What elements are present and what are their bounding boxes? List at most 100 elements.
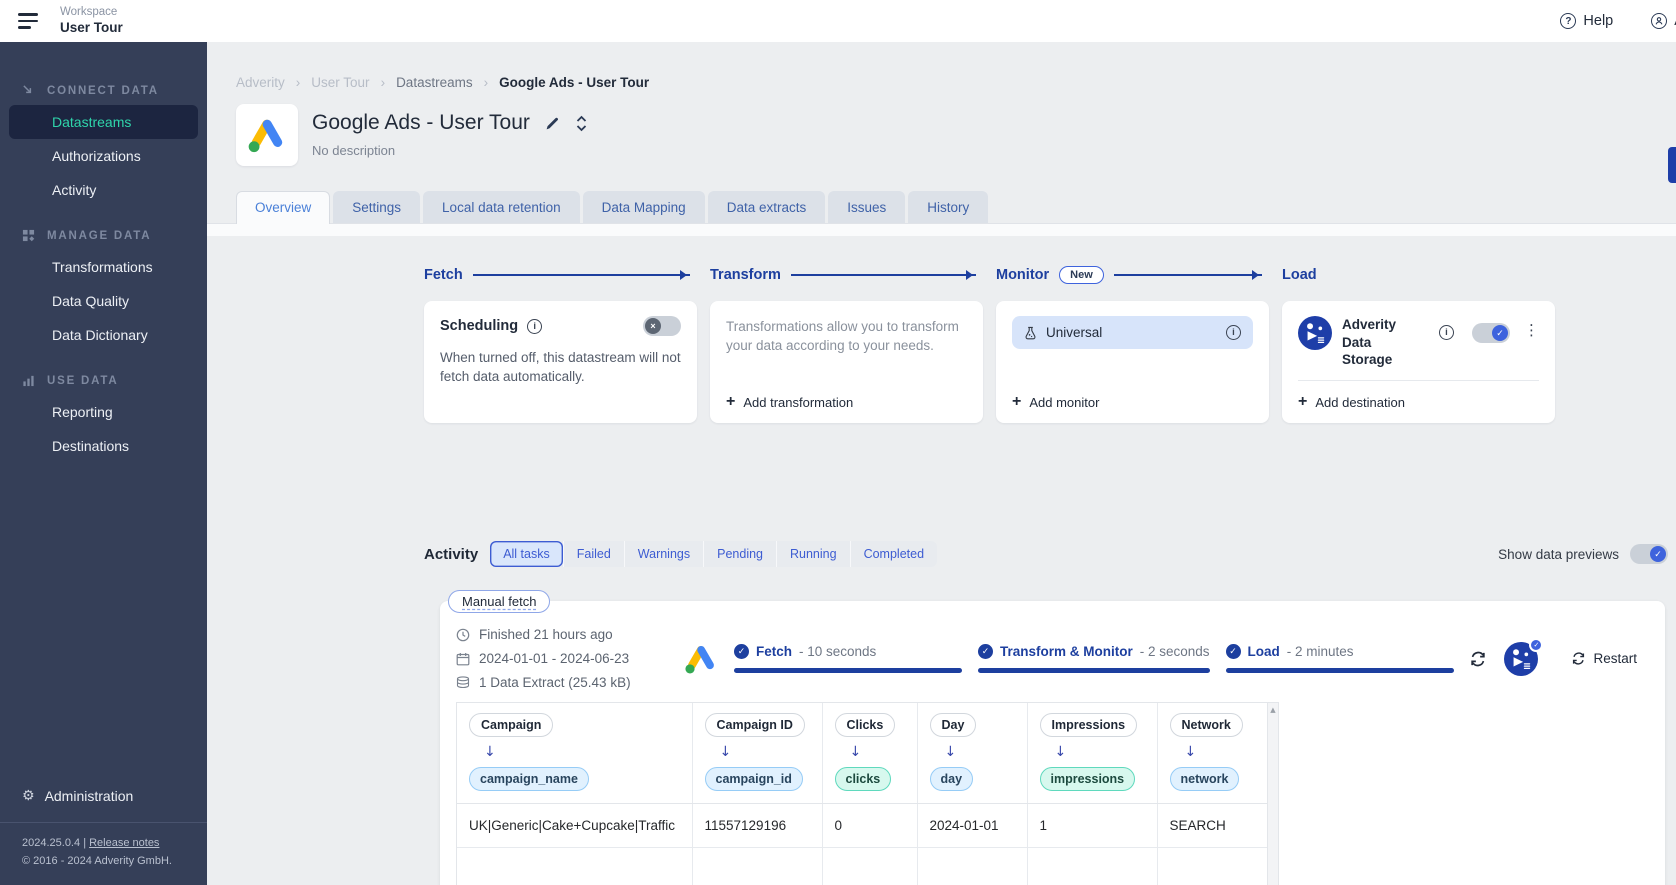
cell-network: SEARCH: [1156, 803, 1267, 848]
stage-progress-bar: [977, 668, 1210, 673]
account-button[interactable]: Ad: [1651, 13, 1676, 29]
check-badge-icon: ✓: [1529, 637, 1544, 652]
mapping-chip[interactable]: network: [1169, 767, 1240, 791]
tab-overview[interactable]: Overview: [236, 191, 331, 224]
restart-button[interactable]: Restart: [1571, 651, 1637, 666]
copyright-text: © 2016 - 2024 Adverity GmbH.: [22, 855, 172, 868]
cell-clicks: 0: [821, 803, 917, 848]
mapping-arrow-icon: ↓: [1054, 744, 1067, 760]
sidebar-item-authorizations[interactable]: Authorizations: [0, 139, 207, 173]
topbar: Workspace User Tour ? Help Ad: [0, 0, 1676, 42]
mapping-chip[interactable]: campaign_name: [469, 767, 589, 791]
breadcrumb-adverity[interactable]: Adverity: [236, 75, 285, 90]
mapping-chip[interactable]: campaign_id: [704, 767, 803, 791]
stage-load: ✓ Load - 2 minutes: [1225, 644, 1454, 673]
page-title: Google Ads - User Tour: [312, 111, 530, 134]
destination-toggle[interactable]: ✓: [1472, 323, 1510, 343]
destination-name: Adverity Data Storage: [1342, 317, 1397, 368]
tab-history[interactable]: History: [908, 191, 989, 223]
info-icon[interactable]: i: [1226, 325, 1241, 340]
filter-running[interactable]: Running: [776, 541, 850, 567]
monitor-card: Universal i + Add monitor: [996, 301, 1269, 423]
column-pill[interactable]: Network: [1169, 713, 1243, 737]
scheduling-card: Scheduling i × When turned off, this dat…: [424, 301, 697, 423]
google-ads-icon: [685, 645, 714, 674]
cell-campaign-id: 11557129196: [691, 803, 822, 848]
table-scrollbar[interactable]: ▲: [1267, 703, 1278, 885]
task-data-extract[interactable]: 1 Data Extract (25.43 kB): [456, 675, 668, 690]
tab-settings[interactable]: Settings: [333, 191, 421, 223]
scheduling-toggle[interactable]: ×: [643, 316, 681, 336]
column-pill[interactable]: Day: [929, 713, 977, 737]
grid-icon: [22, 229, 35, 242]
mapping-arrow-icon: ↓: [719, 744, 732, 760]
column-pill[interactable]: Campaign: [469, 713, 554, 737]
breadcrumb-datastreams[interactable]: Datastreams: [396, 75, 473, 90]
column-pill[interactable]: Campaign ID: [704, 713, 805, 737]
transform-card: Transformations allow you to transform y…: [710, 301, 983, 423]
check-circle-icon: ✓: [734, 644, 749, 659]
column-header-campaign-id: Campaign ID ↓ campaign_id: [691, 703, 822, 804]
filter-completed[interactable]: Completed: [849, 541, 937, 567]
cell-day: 2024-01-01: [916, 803, 1027, 848]
column-pill[interactable]: Impressions: [1039, 713, 1138, 737]
feedback-tab[interactable]: [1668, 147, 1676, 183]
info-icon[interactable]: i: [1439, 325, 1454, 340]
filter-warnings[interactable]: Warnings: [623, 541, 703, 567]
mapping-arrow-icon: ↓: [484, 744, 496, 760]
sidebar-item-administration[interactable]: ⚙ Administration: [0, 774, 207, 822]
mapping-chip[interactable]: day: [929, 767, 974, 791]
mapping-chip[interactable]: impressions: [1039, 767, 1136, 791]
filter-pending[interactable]: Pending: [703, 541, 776, 567]
add-destination-button[interactable]: + Add destination: [1298, 394, 1539, 410]
bar-chart-icon: [23, 375, 34, 387]
sidebar-item-destinations[interactable]: Destinations: [0, 429, 207, 463]
manual-fetch-badge[interactable]: Manual fetch: [448, 590, 551, 613]
pipeline-stage-transform: Transform: [710, 267, 781, 283]
info-icon[interactable]: i: [527, 318, 543, 334]
tab-local-data-retention[interactable]: Local data retention: [423, 191, 580, 223]
cell-impressions: 1: [1026, 803, 1157, 848]
sync-icon[interactable]: [1469, 650, 1487, 668]
show-data-previews-toggle[interactable]: ✓: [1630, 544, 1668, 564]
tab-data-mapping[interactable]: Data Mapping: [582, 191, 705, 223]
stage-progress-bar: [734, 668, 962, 673]
reorder-chevrons-icon[interactable]: [575, 115, 588, 132]
sidebar-item-datastreams[interactable]: Datastreams: [9, 105, 198, 139]
edit-title-icon[interactable]: [545, 116, 560, 131]
mapping-chip[interactable]: clicks: [834, 767, 892, 791]
flow-arrow: [1113, 270, 1262, 280]
mapping-arrow-icon: ↓: [1184, 744, 1197, 760]
sidebar-item-activity[interactable]: Activity: [0, 173, 207, 207]
column-pill[interactable]: Clicks: [834, 713, 896, 737]
scheduling-description: When turned off, this datastream will no…: [440, 350, 681, 384]
filter-all-tasks[interactable]: All tasks: [490, 541, 563, 567]
sidebar-item-data-quality[interactable]: Data Quality: [0, 284, 207, 318]
adverity-storage-icon: [1298, 316, 1332, 350]
gear-icon: ⚙: [22, 787, 35, 804]
add-monitor-button[interactable]: + Add monitor: [1012, 394, 1253, 410]
clock-icon: [456, 628, 470, 641]
add-transformation-button[interactable]: + Add transformation: [726, 394, 967, 410]
tab-issues[interactable]: Issues: [828, 191, 906, 223]
pipeline-stage-monitor: Monitor: [996, 267, 1050, 283]
tab-bar: Overview Settings Local data retention D…: [236, 191, 1676, 224]
menu-icon[interactable]: [18, 13, 40, 29]
filter-failed[interactable]: Failed: [562, 541, 624, 567]
release-notes-link[interactable]: Release notes: [89, 837, 159, 849]
table-row: [457, 847, 1267, 885]
sidebar-item-reporting[interactable]: Reporting: [0, 395, 207, 429]
column-header-network: Network ↓ network: [1156, 703, 1267, 804]
workspace-switcher[interactable]: Workspace User Tour: [60, 6, 123, 36]
breadcrumb-workspace[interactable]: User Tour: [311, 75, 369, 90]
tab-data-extracts[interactable]: Data extracts: [707, 191, 826, 223]
help-button[interactable]: ? Help: [1560, 13, 1613, 29]
sidebar-item-data-dictionary[interactable]: Data Dictionary: [0, 318, 207, 352]
show-data-previews-label: Show data previews: [1498, 546, 1619, 562]
workspace-name: User Tour: [60, 19, 123, 35]
datastream-logo-card: [236, 104, 298, 166]
kebab-menu-icon[interactable]: ⋮: [1524, 323, 1539, 338]
universal-monitor-pill[interactable]: Universal i: [1012, 316, 1253, 349]
column-header-day: Day ↓ day: [916, 703, 1027, 804]
sidebar-item-transformations[interactable]: Transformations: [0, 250, 207, 284]
